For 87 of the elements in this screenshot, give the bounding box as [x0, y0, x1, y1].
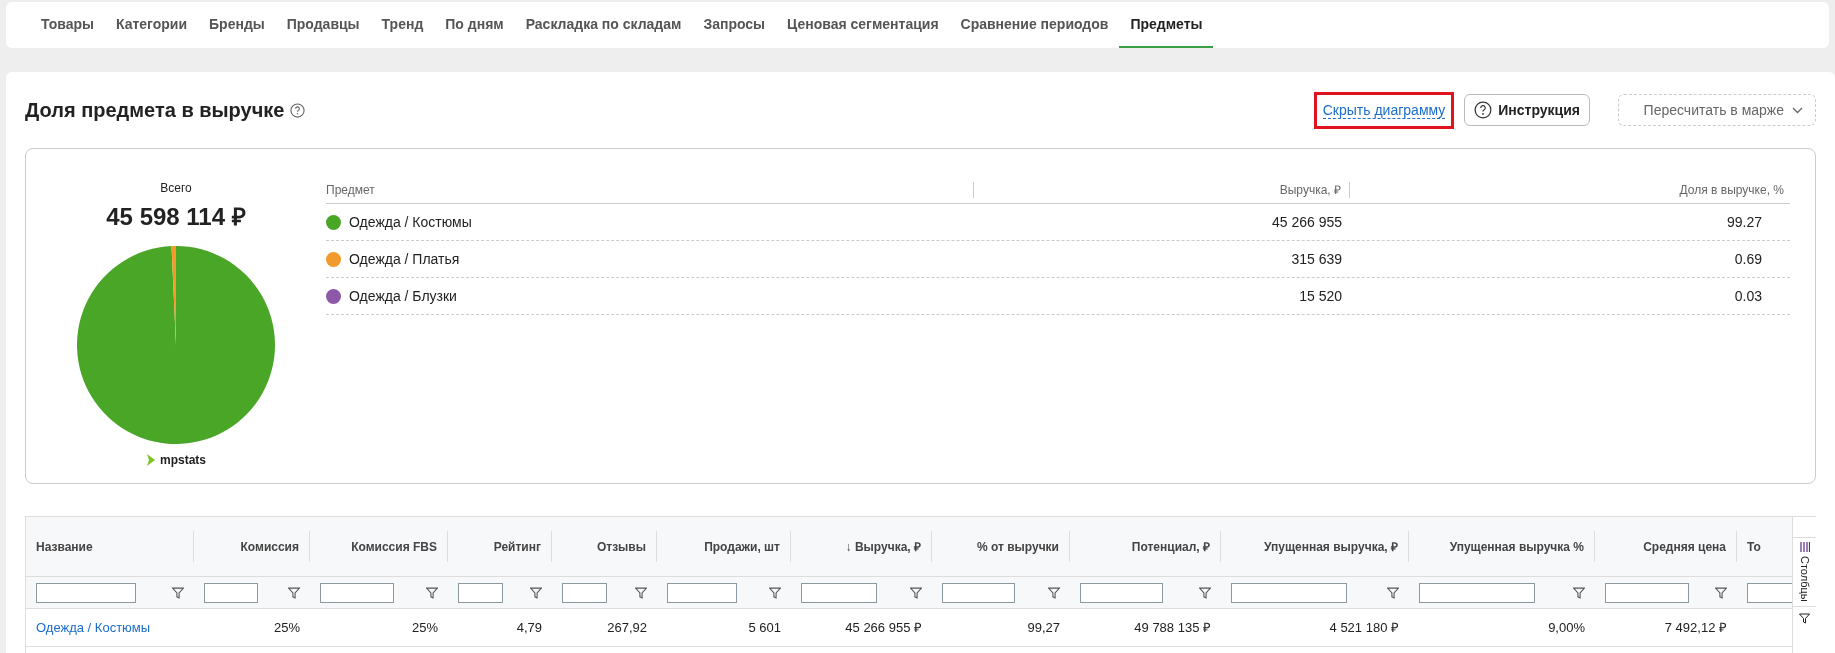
filter-icon[interactable]: [288, 586, 300, 599]
total-value: 45 598 114 ₽: [106, 202, 246, 232]
share-value: 0.69: [1734, 249, 1762, 269]
recalc-dropdown[interactable]: Пересчитать в марже: [1618, 94, 1816, 126]
column-header[interactable]: Комиссия: [240, 537, 299, 556]
column-header[interactable]: % от выручки: [976, 537, 1059, 556]
tab[interactable]: Бренды: [198, 11, 276, 48]
column-header[interactable]: ↓ Выручка, ₽: [845, 537, 921, 556]
filter-icon[interactable]: [910, 586, 922, 599]
column-header[interactable]: Отзывы: [596, 537, 646, 556]
filter-icon: [1799, 612, 1810, 624]
logo-icon: [146, 454, 156, 466]
tab[interactable]: Сравнение периодов: [949, 11, 1120, 48]
filter-icon[interactable]: [1715, 586, 1727, 599]
filter-input[interactable]: [1605, 582, 1689, 603]
columns-panel-tab[interactable]: Столбцы: [1793, 537, 1816, 607]
subject-name: Одежда / Костюмы: [349, 212, 472, 232]
filter-icon[interactable]: [426, 586, 438, 599]
column-header[interactable]: Рейтинг: [493, 537, 541, 556]
column-header[interactable]: Название: [36, 537, 93, 556]
table-cell-text: 99,27: [1027, 618, 1060, 637]
table-cell-text: 25%: [273, 618, 300, 637]
chevron-down-icon: [1792, 106, 1803, 114]
share-value: 0.03: [1734, 286, 1762, 306]
instruction-button[interactable]: Инструкция: [1464, 94, 1590, 126]
logo-text: mpstats: [160, 452, 206, 469]
section-title: Доля предмета в выручке: [25, 98, 285, 123]
help-icon: [1474, 101, 1493, 119]
filter-input[interactable]: [1419, 582, 1535, 603]
filter-icon[interactable]: [1048, 586, 1060, 599]
total-label: Всего: [160, 180, 192, 197]
table-cell-text: 267,92: [607, 618, 647, 637]
filter-icon[interactable]: [1573, 586, 1585, 599]
column-header[interactable]: Продажи, шт: [704, 537, 780, 556]
table-cell-text: 4 521 180 ₽: [1329, 618, 1399, 637]
filter-icon[interactable]: [172, 586, 184, 599]
tab[interactable]: Предметы: [1119, 11, 1214, 48]
hide-chart-link[interactable]: Скрыть диаграмму: [1313, 91, 1455, 129]
column-header[interactable]: Комиссия FBS: [351, 537, 437, 556]
filter-icon[interactable]: [635, 586, 647, 599]
filter-icon[interactable]: [1387, 586, 1399, 599]
table-cell-text: 25%: [411, 618, 438, 637]
table-cell-text: 45 266 955 ₽: [845, 618, 922, 637]
column-header[interactable]: Упущенная выручка %: [1449, 537, 1584, 556]
tab[interactable]: Тренд: [370, 11, 435, 48]
table-cell-text: 4,79: [516, 618, 542, 637]
filter-input[interactable]: [36, 582, 136, 603]
filter-input[interactable]: [204, 582, 258, 603]
filter-input[interactable]: [667, 582, 737, 603]
column-header: Доля в выручке, %: [1679, 182, 1784, 199]
column-header[interactable]: Потенциал, ₽: [1131, 537, 1210, 556]
filter-icon[interactable]: [769, 586, 781, 599]
filter-icon[interactable]: [530, 586, 542, 599]
filter-input[interactable]: [320, 582, 394, 603]
filter-input[interactable]: [562, 582, 607, 603]
revenue-value: 15 520: [1299, 286, 1342, 306]
subject-name: Одежда / Блузки: [349, 286, 457, 306]
table-cell-text: 49 788 135 ₽: [1134, 618, 1211, 637]
filter-input[interactable]: [458, 582, 503, 603]
tab[interactable]: По дням: [434, 11, 515, 48]
subject-name: Одежда / Платья: [349, 249, 460, 269]
tab[interactable]: Продавцы: [275, 11, 371, 48]
tab[interactable]: Раскладка по складам: [514, 11, 693, 48]
tab[interactable]: Категории: [104, 11, 199, 48]
column-header: Предмет: [326, 182, 375, 199]
table-cell-text: 5 601: [748, 618, 781, 637]
table-cell-text: 9,00%: [1548, 618, 1585, 637]
column-header: Выручка, ₽: [1279, 182, 1341, 199]
subject-link[interactable]: Одежда / Костюмы: [36, 617, 150, 638]
help-icon: [290, 102, 306, 118]
filter-input[interactable]: [801, 582, 877, 603]
filter-input[interactable]: [1080, 582, 1163, 603]
filter-input[interactable]: [1747, 582, 1792, 603]
revenue-value: 45 266 955: [1271, 212, 1342, 232]
tab[interactable]: Товары: [30, 11, 105, 48]
column-header[interactable]: Средняя цена: [1643, 537, 1726, 556]
share-value: 99.27: [1726, 212, 1762, 232]
tab[interactable]: Запросы: [692, 11, 777, 48]
columns-icon: [1799, 542, 1810, 552]
revenue-value: 315 639: [1291, 249, 1342, 269]
column-header[interactable]: Упущенная выручка, ₽: [1263, 537, 1398, 556]
filter-input[interactable]: [1231, 582, 1347, 603]
column-header[interactable]: То: [1747, 537, 1761, 556]
filter-icon[interactable]: [1199, 586, 1211, 599]
filter-input[interactable]: [942, 582, 1015, 603]
table-cell-text: 7 492,12 ₽: [1664, 618, 1727, 637]
tab[interactable]: Ценовая сегментация: [776, 11, 950, 48]
